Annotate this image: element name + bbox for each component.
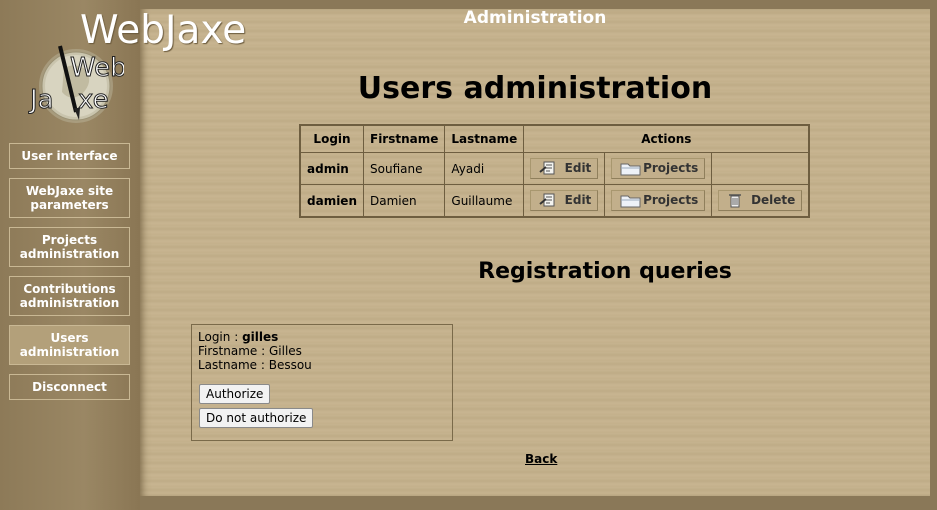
sidebar-item-label: WebJaxe site parameters (25, 184, 114, 212)
column-header-actions: Actions (523, 124, 810, 153)
edit-button[interactable]: Edit (530, 157, 599, 179)
table-header-row: Login Firstname Lastname Actions (299, 124, 810, 153)
sidebar-item-contributions-administration[interactable]: Contributions administration (9, 276, 130, 316)
sidebar-item-disconnect[interactable]: Disconnect (9, 374, 130, 400)
cell-lastname: Guillaume (444, 184, 525, 218)
sidebar-item-site-parameters[interactable]: WebJaxe site parameters (9, 178, 130, 218)
sidebar-item-label: Contributions administration (19, 282, 120, 310)
projects-button[interactable]: Projects (611, 189, 706, 211)
query-lastname-value: Bessou (268, 358, 312, 372)
trash-icon (729, 194, 742, 208)
cell-firstname: Damien (362, 184, 446, 218)
registration-section-title: Registration queries (478, 259, 732, 284)
sidebar-nav: User interface WebJaxe site parameters P… (9, 143, 130, 409)
projects-button-label: Projects (643, 193, 699, 208)
edit-document-icon (539, 193, 555, 207)
column-header-lastname: Lastname (444, 124, 525, 153)
column-header-firstname: Firstname (362, 124, 446, 153)
table-row: damien Damien Guillaume Edit Projects De… (299, 184, 810, 218)
cell-lastname: Ayadi (444, 152, 525, 185)
sidebar: WebJaxe Web Ja xe User interface WebJaxe… (0, 0, 246, 510)
svg-text:Web: Web (70, 53, 124, 83)
registration-query-card: Login : gilles Firstname : Gilles Lastna… (191, 324, 453, 441)
column-header-login: Login (299, 124, 364, 153)
edit-button-label: Edit (564, 161, 592, 176)
cell-firstname: Soufiane (362, 152, 446, 185)
sidebar-item-label: User interface (21, 149, 118, 163)
sidebar-item-projects-administration[interactable]: Projects administration (9, 227, 130, 267)
back-link[interactable]: Back (525, 452, 557, 466)
site-title: WebJaxe (80, 8, 247, 53)
svg-text:xe: xe (78, 85, 109, 115)
users-section-title: Users administration (357, 71, 713, 106)
folder-icon (620, 163, 641, 176)
projects-button-label: Projects (643, 161, 699, 176)
query-login-line: Login : gilles (198, 330, 446, 344)
sidebar-item-label: Disconnect (32, 380, 107, 394)
authorize-button[interactable]: Authorize (199, 384, 271, 404)
sidebar-item-user-interface[interactable]: User interface (9, 143, 130, 169)
projects-button[interactable]: Projects (611, 157, 706, 179)
edit-document-icon (539, 161, 555, 175)
page-header-title: Administration (463, 8, 607, 28)
delete-button[interactable]: Delete (718, 189, 803, 211)
main-content: Administration Users administration Logi… (140, 8, 930, 496)
cell-login: damien (299, 184, 364, 218)
sidebar-item-label: Users administration (19, 331, 120, 359)
sidebar-item-users-administration[interactable]: Users administration (9, 325, 130, 365)
query-lastname-label: Lastname : (198, 358, 265, 372)
query-login-label: Login : (198, 330, 239, 344)
query-login-value: gilles (242, 330, 279, 344)
query-firstname-label: Firstname : (198, 344, 266, 358)
query-firstname-value: Gilles (268, 344, 302, 358)
edit-button-label: Edit (564, 193, 592, 208)
do-not-authorize-button[interactable]: Do not authorize (199, 408, 314, 428)
edit-button[interactable]: Edit (530, 189, 599, 211)
query-firstname-line: Firstname : Gilles (198, 344, 446, 358)
cell-login: admin (299, 152, 364, 185)
folder-icon (620, 195, 641, 208)
table-row: admin Soufiane Ayadi Edit Projects (299, 152, 810, 185)
delete-button-label: Delete (751, 193, 796, 208)
users-table: Login Firstname Lastname Actions admin S… (299, 124, 811, 218)
empty-action-cell (711, 152, 810, 185)
query-lastname-line: Lastname : Bessou (198, 358, 446, 372)
sidebar-item-label: Projects administration (19, 233, 120, 261)
svg-text:Ja: Ja (28, 85, 54, 115)
